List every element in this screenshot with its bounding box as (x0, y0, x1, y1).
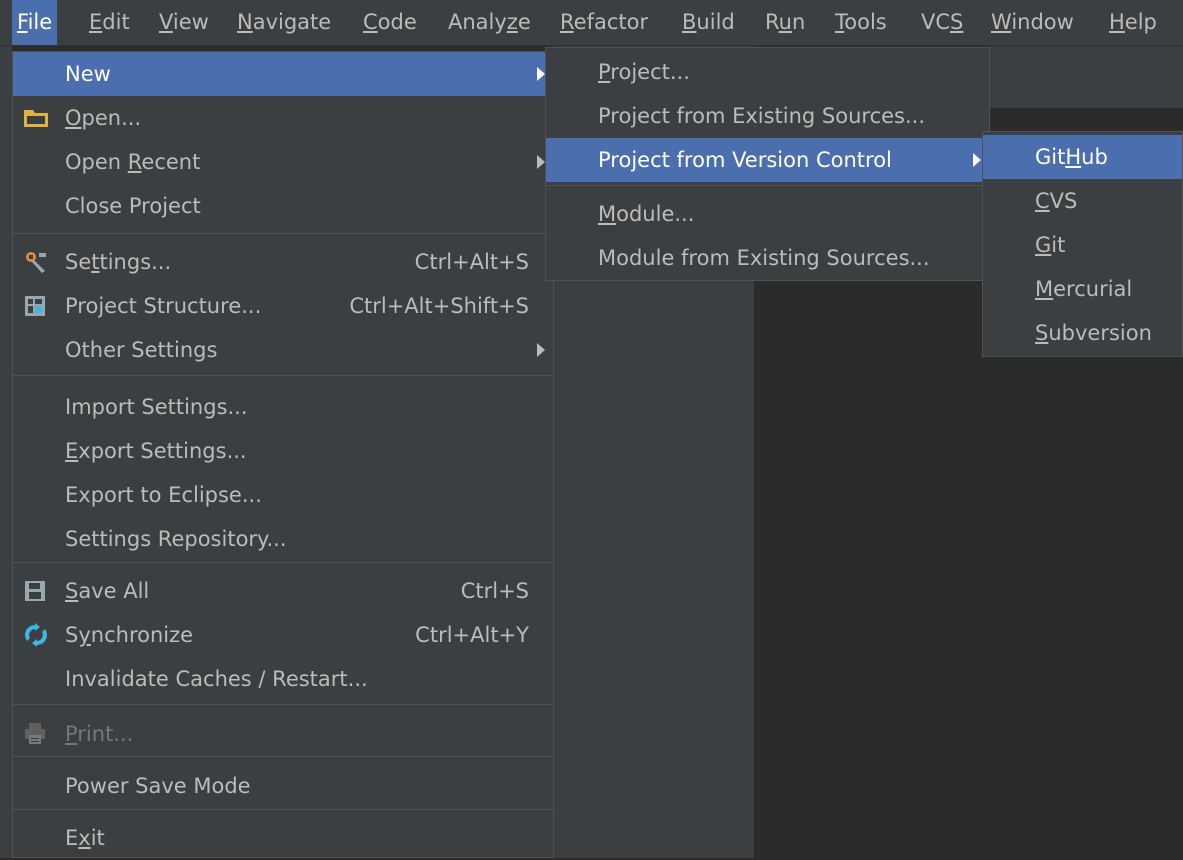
menu-vcs[interactable]: VCS (916, 0, 968, 45)
menu-separator (13, 704, 553, 705)
menu-code[interactable]: Code (358, 0, 422, 45)
new-module[interactable]: Module... (546, 192, 989, 236)
file-menu-export-settings[interactable]: Export Settings... (13, 429, 553, 473)
menu-separator (13, 809, 553, 810)
new-submenu: Project... Project from Existing Sources… (545, 47, 990, 281)
file-menu-open[interactable]: Open... (13, 96, 553, 140)
vcs-subversion[interactable]: Subversion (983, 311, 1182, 355)
menu-edit[interactable]: Edit (84, 0, 135, 45)
vcs-github[interactable]: GitHub (983, 135, 1182, 179)
file-menu-other-settings[interactable]: Other Settings (13, 328, 553, 372)
wrench-icon (26, 252, 46, 273)
version-control-submenu: GitHub CVS Git Mercurial Subversion (982, 131, 1183, 357)
menu-separator (13, 233, 553, 234)
new-project[interactable]: Project... (546, 50, 989, 94)
folder-icon (24, 110, 48, 127)
project-structure-icon (25, 296, 45, 316)
menu-separator (13, 756, 553, 757)
file-menu-settings-repository[interactable]: Settings Repository... (13, 517, 553, 561)
menu-run[interactable]: Run (760, 0, 810, 45)
synchronize-icon (25, 623, 47, 647)
menu-view[interactable]: View (154, 0, 214, 45)
file-menu-synchronize[interactable]: Synchronize Ctrl+Alt+Y (13, 613, 553, 657)
file-menu-power-save-mode[interactable]: Power Save Mode (13, 764, 553, 808)
menu-help[interactable]: Help (1104, 0, 1162, 45)
vcs-mercurial[interactable]: Mercurial (983, 267, 1182, 311)
menu-analyze[interactable]: Analyze (443, 0, 536, 45)
file-menu-close-project[interactable]: Close Project (13, 184, 553, 228)
new-module-from-existing-sources[interactable]: Module from Existing Sources... (546, 236, 989, 280)
menu-window[interactable]: Window (986, 0, 1079, 45)
submenu-arrow-icon (537, 343, 545, 357)
file-menu-new[interactable]: New (13, 52, 553, 96)
vcs-git[interactable]: Git (983, 223, 1182, 267)
vcs-cvs[interactable]: CVS (983, 179, 1182, 223)
file-menu-import-settings[interactable]: Import Settings... (13, 385, 553, 429)
file-menu-export-to-eclipse[interactable]: Export to Eclipse... (13, 473, 553, 517)
file-menu-save-all[interactable]: Save All Ctrl+S (13, 569, 553, 613)
submenu-arrow-icon (537, 155, 545, 169)
file-menu: New Open... Open Recent Close Project Se… (12, 51, 554, 858)
editor-toolbar-strip (990, 44, 1183, 108)
new-project-from-version-control[interactable]: Project from Version Control (546, 138, 989, 182)
file-menu-print: Print... (13, 712, 553, 756)
printer-icon (25, 723, 45, 744)
menu-separator (13, 562, 553, 563)
file-menu-project-structure[interactable]: Project Structure... Ctrl+Alt+Shift+S (13, 284, 553, 328)
file-menu-open-recent[interactable]: Open Recent (13, 140, 553, 184)
menu-navigate[interactable]: Navigate (232, 0, 336, 45)
submenu-arrow-icon (537, 67, 545, 81)
submenu-arrow-icon (973, 153, 981, 167)
menu-tools[interactable]: Tools (830, 0, 892, 45)
new-project-from-existing-sources[interactable]: Project from Existing Sources... (546, 94, 989, 138)
file-menu-invalidate-caches[interactable]: Invalidate Caches / Restart... (13, 657, 553, 701)
main-menu-bar: File Edit View Navigate Code Analyze Ref… (0, 0, 1183, 46)
save-icon (25, 581, 45, 601)
file-menu-settings[interactable]: Settings... Ctrl+Alt+S (13, 240, 553, 284)
menu-separator (546, 185, 989, 186)
menu-file[interactable]: File (12, 0, 58, 45)
file-menu-exit[interactable]: Exit (13, 816, 553, 860)
menu-refactor[interactable]: Refactor (555, 0, 653, 45)
menu-build[interactable]: Build (677, 0, 740, 45)
menu-separator (13, 375, 553, 376)
left-gutter (0, 0, 12, 858)
